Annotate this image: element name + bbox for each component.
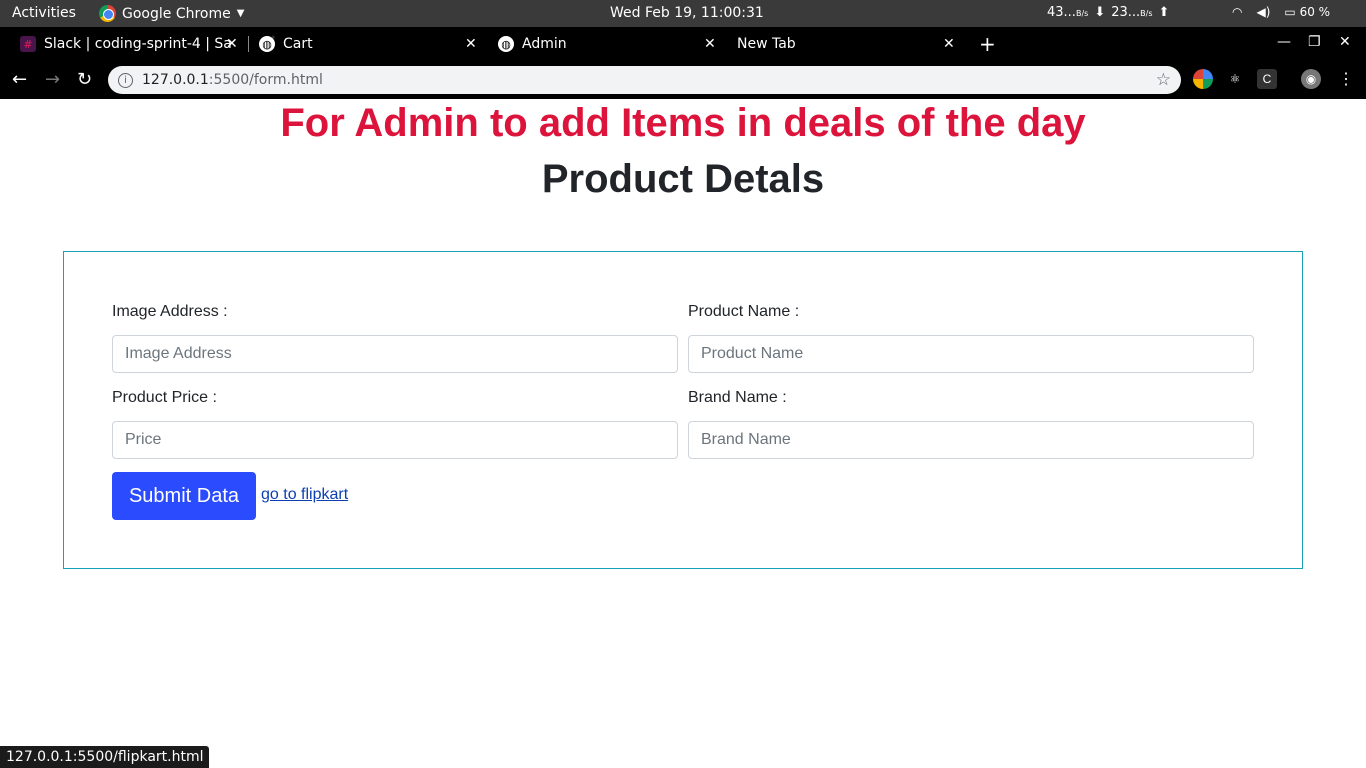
brand-name-group: Brand Name :: [688, 386, 1254, 459]
arrow-down-icon: ⬇: [1094, 5, 1106, 20]
image-address-input[interactable]: [112, 335, 678, 373]
product-name-input[interactable]: [688, 335, 1254, 373]
maximize-button[interactable]: ❐: [1308, 34, 1321, 50]
tab-cart[interactable]: ◍ Cart ✕: [259, 27, 477, 61]
minimize-button[interactable]: —: [1277, 34, 1291, 50]
profile-avatar[interactable]: ◉: [1301, 69, 1321, 89]
url-text: 127.0.0.1:5500/form.html: [142, 72, 323, 88]
globe-icon: ◍: [498, 36, 514, 52]
tab-separator: [248, 36, 249, 52]
forward-button[interactable]: →: [45, 69, 60, 90]
battery-indicator: ▭ 60 %: [1284, 5, 1330, 19]
new-tab-button[interactable]: +: [979, 32, 996, 56]
tab-strip: # Slack | coding-sprint-4 | Sa ✕ ◍ Cart …: [0, 27, 1366, 61]
app-menu[interactable]: Google Chrome ▼: [99, 5, 244, 22]
tab-title: New Tab: [737, 36, 796, 52]
url-path: :5500/form.html: [208, 72, 323, 88]
net-down-unit: B/s: [1075, 9, 1089, 18]
caret-down-icon: ▼: [236, 8, 245, 19]
product-price-input[interactable]: [112, 421, 678, 459]
product-price-label: Product Price :: [112, 389, 217, 406]
wifi-icon: ◠: [1232, 5, 1243, 19]
back-button[interactable]: ←: [12, 69, 27, 90]
tab-admin[interactable]: ◍ Admin ✕: [498, 27, 716, 61]
go-to-flipkart-link[interactable]: go to flipkart: [261, 486, 348, 504]
tab-title: Admin: [522, 36, 567, 52]
close-tab-icon[interactable]: ✕: [226, 36, 238, 52]
chrome-menu-icon[interactable]: ⋮: [1336, 69, 1356, 89]
product-name-label: Product Name :: [688, 303, 800, 320]
activities-button[interactable]: Activities: [12, 5, 76, 21]
page-subtitle: Product Detals: [541, 157, 825, 201]
clock[interactable]: Wed Feb 19, 11:00:31: [610, 5, 764, 21]
image-address-group: Image Address :: [112, 300, 678, 373]
extension-c-icon[interactable]: C: [1257, 69, 1277, 89]
product-form: Image Address : Product Name : Product P…: [63, 251, 1303, 569]
tab-slack[interactable]: # Slack | coding-sprint-4 | Sa ✕: [20, 27, 238, 61]
slack-icon: #: [20, 36, 36, 52]
close-tab-icon[interactable]: ✕: [704, 36, 716, 52]
network-speed: 43...B/s ⬇ 23...B/s ⬆: [1047, 5, 1169, 20]
tab-title: Cart: [283, 36, 313, 52]
reload-button[interactable]: ↻: [77, 69, 92, 90]
browser-toolbar: ← → ↻ i 127.0.0.1:5500/form.html ☆: [0, 61, 1366, 99]
net-up-unit: B/s: [1140, 9, 1153, 18]
system-top-bar: Activities Google Chrome ▼ Wed Feb 19, 1…: [0, 0, 1366, 27]
close-tab-icon[interactable]: ✕: [465, 36, 477, 52]
net-down-value: 43...: [1047, 5, 1076, 20]
extension-color-icon[interactable]: [1193, 69, 1213, 89]
page-content: For Admin to add Items in deals of the d…: [0, 99, 1366, 768]
page-title: For Admin to add Items in deals of the d…: [280, 101, 1086, 145]
volume-icon: ◀): [1256, 5, 1271, 19]
arrow-up-icon: ⬆: [1158, 5, 1170, 20]
url-host: 127.0.0.1: [142, 72, 209, 88]
brand-name-label: Brand Name :: [688, 389, 787, 406]
bookmark-star-icon[interactable]: ☆: [1156, 70, 1171, 90]
app-menu-label: Google Chrome: [122, 5, 231, 22]
close-tab-icon[interactable]: ✕: [943, 36, 955, 52]
info-icon[interactable]: i: [118, 72, 133, 88]
address-bar[interactable]: i 127.0.0.1:5500/form.html ☆: [108, 66, 1181, 94]
submit-data-button[interactable]: Submit Data: [112, 472, 256, 520]
battery-icon: ▭: [1284, 5, 1296, 19]
link-status-bubble: 127.0.0.1:5500/flipkart.html: [0, 746, 210, 768]
system-tray[interactable]: ◠ ◀) ▭ 60 %: [1232, 5, 1330, 19]
chrome-icon: [99, 5, 116, 22]
tab-new-tab[interactable]: New Tab ✕: [737, 27, 955, 61]
tab-title: Slack | coding-sprint-4 | Sa: [44, 36, 232, 52]
product-price-group: Product Price :: [112, 386, 678, 459]
net-up-value: 23...: [1111, 5, 1141, 20]
battery-percent: 60 %: [1299, 5, 1331, 19]
product-name-group: Product Name :: [688, 300, 1254, 373]
close-window-button[interactable]: ✕: [1339, 34, 1351, 50]
react-devtools-icon[interactable]: ⚛: [1225, 69, 1245, 89]
brand-name-input[interactable]: [688, 421, 1254, 459]
image-address-label: Image Address :: [112, 303, 228, 320]
globe-icon: ◍: [259, 36, 275, 52]
